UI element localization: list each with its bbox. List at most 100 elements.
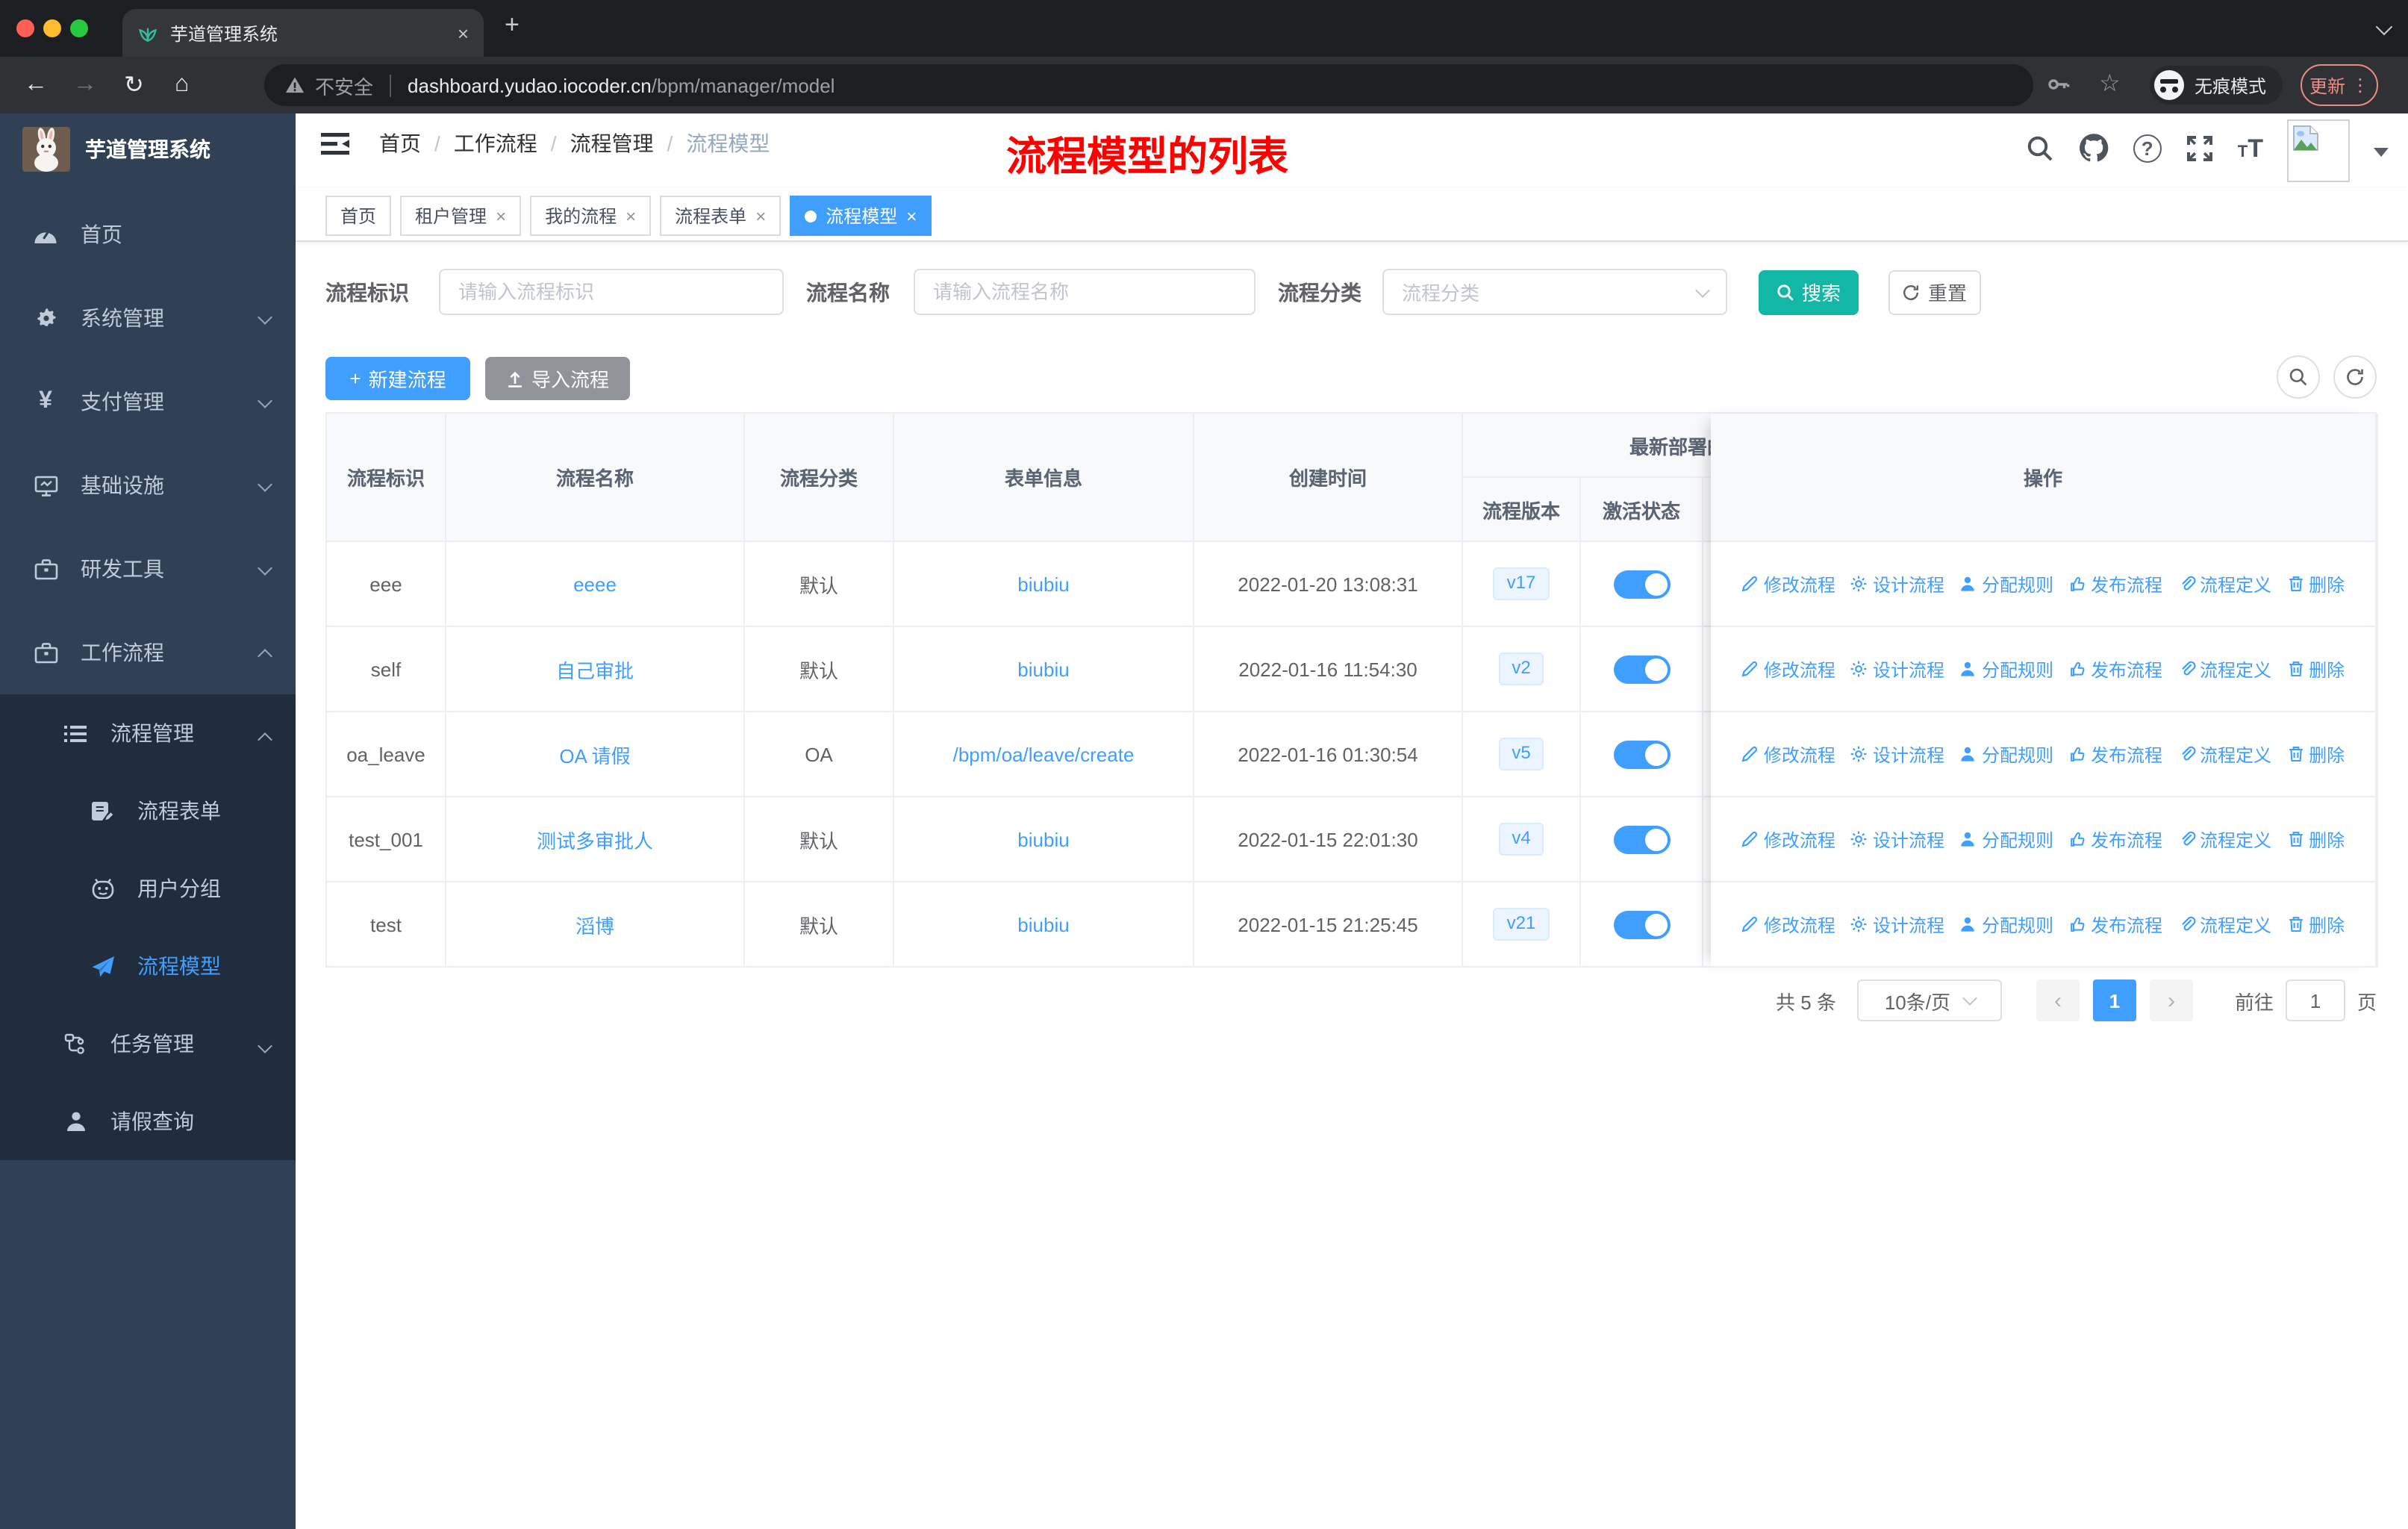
sidebar-logo[interactable]: 芋道管理系统	[0, 113, 296, 185]
design-process-link[interactable]: 设计流程	[1850, 571, 1944, 597]
tag-close-icon[interactable]: ×	[496, 205, 506, 226]
bookmark-star-icon[interactable]: ☆	[2099, 69, 2121, 99]
process-definition-link[interactable]: 流程定义	[2177, 826, 2271, 852]
form-info-link[interactable]: biubiu	[1017, 573, 1069, 595]
process-definition-link[interactable]: 流程定义	[2177, 912, 2271, 937]
sidebar-item-task-management[interactable]: 任务管理	[0, 1005, 296, 1083]
design-process-link[interactable]: 设计流程	[1850, 826, 1944, 852]
active-toggle[interactable]	[1613, 655, 1670, 683]
back-button[interactable]: ←	[24, 57, 48, 113]
form-info-link[interactable]: /bpm/oa/leave/create	[953, 743, 1135, 765]
version-tag[interactable]: v17	[1493, 567, 1550, 600]
zoom-window-button[interactable]	[70, 19, 88, 37]
tag-close-icon[interactable]: ×	[755, 205, 766, 226]
sidebar-item-leave-query[interactable]: 请假查询	[0, 1083, 296, 1160]
browser-tab[interactable]: 芋道管理系统 ×	[122, 9, 484, 57]
sidebar-item-process-model[interactable]: 流程模型	[0, 927, 296, 1005]
delete-link[interactable]: 删除	[2286, 571, 2345, 597]
publish-process-link[interactable]: 发布流程	[2068, 656, 2162, 682]
active-toggle[interactable]	[1613, 570, 1670, 598]
version-tag[interactable]: v5	[1498, 738, 1544, 770]
model-name-link[interactable]: 测试多审批人	[537, 825, 653, 853]
sidebar-item-workflow[interactable]: 工作流程	[0, 611, 296, 694]
publish-process-link[interactable]: 发布流程	[2068, 571, 2162, 597]
password-key-icon[interactable]	[2045, 72, 2071, 97]
design-process-link[interactable]: 设计流程	[1850, 656, 1944, 682]
design-process-link[interactable]: 设计流程	[1850, 741, 1944, 767]
modify-process-link[interactable]: 修改流程	[1741, 656, 1835, 682]
user-avatar[interactable]	[2287, 119, 2350, 182]
model-name-link[interactable]: 自己审批	[556, 655, 634, 683]
prev-page-button[interactable]: ‹	[2036, 980, 2080, 1021]
tab-search-chevron-icon[interactable]	[2375, 18, 2393, 36]
assign-rule-link[interactable]: 分配规则	[1959, 741, 2053, 767]
form-info-link[interactable]: biubiu	[1017, 658, 1069, 680]
active-toggle[interactable]	[1613, 910, 1670, 938]
tag-home[interactable]: 首页	[325, 196, 392, 236]
avatar-caret-icon[interactable]	[2374, 148, 2389, 157]
forward-button[interactable]: →	[73, 57, 97, 113]
goto-page-input[interactable]: 1	[2285, 980, 2345, 1021]
version-tag[interactable]: v2	[1498, 653, 1544, 685]
sidebar-item-dev[interactable]: 研发工具	[0, 527, 296, 611]
active-toggle[interactable]	[1613, 825, 1670, 853]
breadcrumb-process-management[interactable]: 流程管理	[570, 128, 654, 158]
assign-rule-link[interactable]: 分配规则	[1959, 826, 2053, 852]
model-name-link[interactable]: eeee	[573, 573, 617, 595]
assign-rule-link[interactable]: 分配规则	[1959, 912, 2053, 937]
modify-process-link[interactable]: 修改流程	[1741, 741, 1835, 767]
delete-link[interactable]: 删除	[2286, 826, 2345, 852]
process-definition-link[interactable]: 流程定义	[2177, 741, 2271, 767]
form-info-link[interactable]: biubiu	[1017, 828, 1069, 850]
tag-close-icon[interactable]: ×	[906, 205, 917, 226]
breadcrumb-workflow[interactable]: 工作流程	[454, 128, 537, 158]
new-tab-button[interactable]: +	[505, 10, 520, 40]
delete-link[interactable]: 删除	[2286, 656, 2345, 682]
process-id-input[interactable]	[439, 269, 784, 315]
delete-link[interactable]: 删除	[2286, 912, 2345, 937]
page-1-button[interactable]: 1	[2092, 980, 2136, 1021]
create-process-button[interactable]: + 新建流程	[325, 357, 470, 400]
tag-my-process[interactable]: 我的流程 ×	[530, 196, 652, 236]
sidebar-item-system[interactable]: 系统管理	[0, 276, 296, 360]
page-size-select[interactable]: 10条/页	[1856, 980, 2002, 1021]
active-toggle[interactable]	[1613, 740, 1670, 768]
sidebar-item-infra[interactable]: 基础设施	[0, 443, 296, 527]
address-bar[interactable]: 不安全 dashboard.yudao.iocoder.cn/bpm/manag…	[264, 64, 2033, 106]
help-icon[interactable]: ?	[2133, 134, 2162, 162]
publish-process-link[interactable]: 发布流程	[2068, 741, 2162, 767]
sidebar-item-user-group[interactable]: 用户分组	[0, 850, 296, 927]
reload-button[interactable]: ↻	[124, 57, 144, 113]
process-definition-link[interactable]: 流程定义	[2177, 571, 2271, 597]
refresh-table-button[interactable]	[2333, 355, 2377, 399]
category-select[interactable]: 流程分类	[1382, 269, 1727, 315]
design-process-link[interactable]: 设计流程	[1850, 912, 1944, 937]
tag-tenant[interactable]: 租户管理 ×	[400, 196, 522, 236]
sidebar-item-process-form[interactable]: 流程表单	[0, 772, 296, 850]
fullscreen-icon[interactable]	[2186, 134, 2214, 162]
tag-close-icon[interactable]: ×	[626, 205, 636, 226]
assign-rule-link[interactable]: 分配规则	[1959, 571, 2053, 597]
model-name-link[interactable]: OA 请假	[559, 740, 630, 768]
assign-rule-link[interactable]: 分配规则	[1959, 656, 2053, 682]
search-button[interactable]: 搜索	[1759, 270, 1859, 314]
search-icon[interactable]	[2026, 134, 2054, 162]
font-size-icon[interactable]: TT	[2238, 135, 2263, 161]
delete-link[interactable]: 删除	[2286, 741, 2345, 767]
tab-close-icon[interactable]: ×	[458, 22, 469, 44]
breadcrumb-home[interactable]: 首页	[379, 128, 421, 158]
sidebar-collapse-icon[interactable]	[321, 131, 349, 157]
version-tag[interactable]: v4	[1498, 823, 1544, 856]
home-button[interactable]: ⌂	[175, 57, 189, 113]
minimize-window-button[interactable]	[43, 19, 61, 37]
sidebar-item-process-management[interactable]: 流程管理	[0, 694, 296, 772]
next-page-button[interactable]: ›	[2149, 980, 2193, 1021]
modify-process-link[interactable]: 修改流程	[1741, 912, 1835, 937]
github-icon[interactable]	[2078, 133, 2109, 163]
reset-button[interactable]: 重置	[1888, 270, 1981, 314]
version-tag[interactable]: v21	[1493, 908, 1550, 941]
security-label[interactable]: 不安全	[315, 71, 373, 99]
sidebar-item-home[interactable]: 首页	[0, 193, 296, 276]
tag-process-model[interactable]: 流程模型 ×	[790, 196, 932, 236]
publish-process-link[interactable]: 发布流程	[2068, 826, 2162, 852]
